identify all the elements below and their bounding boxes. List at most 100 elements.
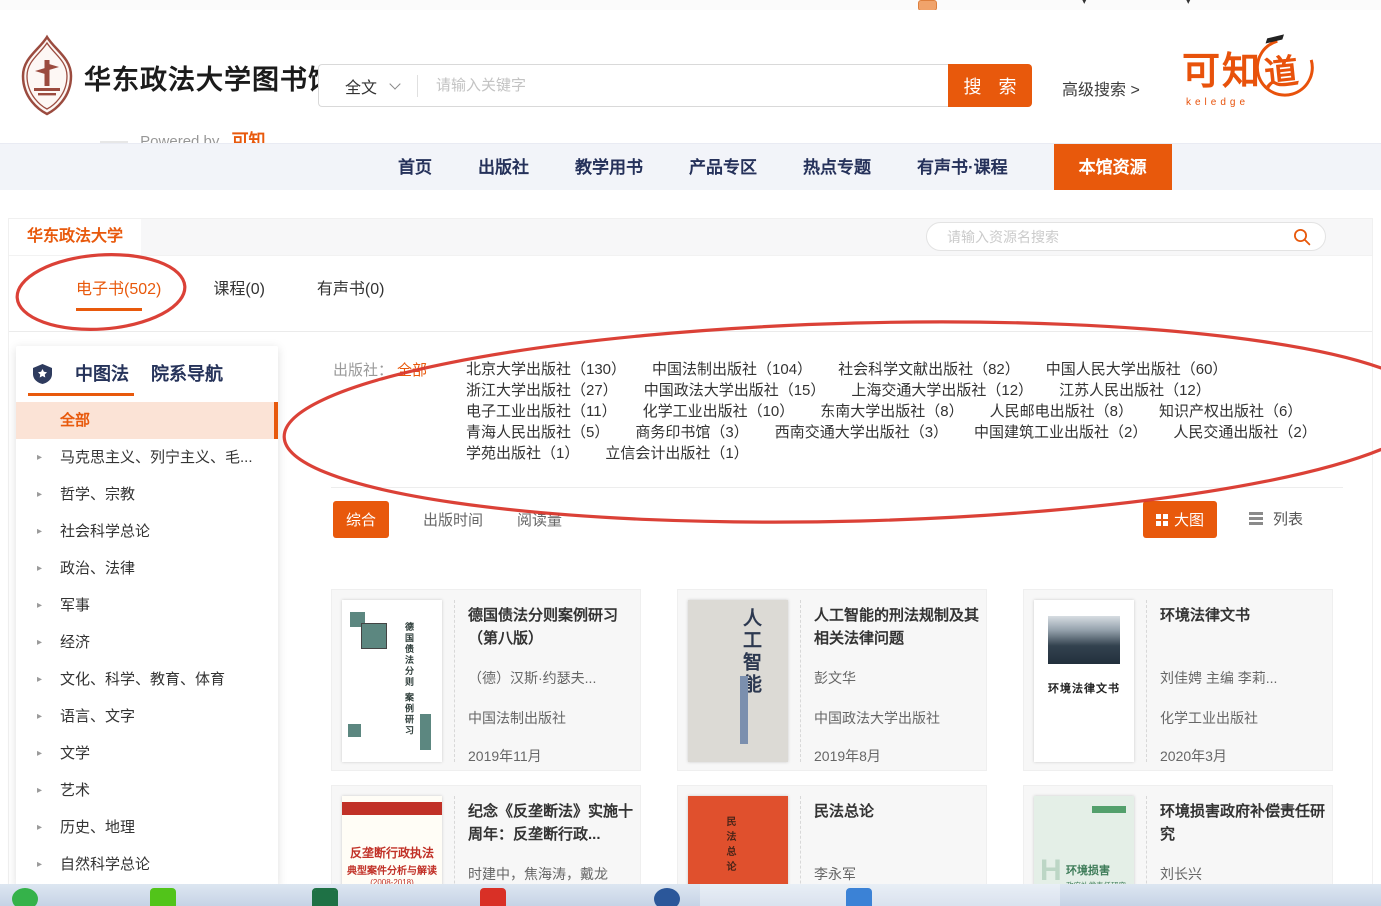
nav-item-出版社[interactable]: 出版社: [478, 144, 529, 190]
publisher-filter[interactable]: 学苑出版社（1）: [466, 443, 579, 464]
sidebar-tab[interactable]: 中图法: [75, 360, 129, 386]
publisher-filter[interactable]: 商务印书馆（3）: [635, 422, 748, 443]
taskbar-active-window-highlight: [700, 884, 1060, 906]
bookmark-folder-caret-icon: ▾: [1082, 0, 1087, 7]
nav-item-热点专题[interactable]: 热点专题: [803, 144, 871, 190]
expand-arrow-icon: ▸: [37, 550, 42, 587]
sidebar-item[interactable]: ▸哲学、宗教: [16, 476, 278, 513]
cover-decor: [342, 802, 442, 815]
sort-option[interactable]: 综合: [333, 501, 389, 538]
sort-bar: 综合 出版时间 阅读量: [333, 501, 562, 538]
book-title[interactable]: 纪念《反垄断法》实施十周年：反垄断行政...: [468, 800, 636, 846]
book-title[interactable]: 环境损害政府补偿责任研究: [1160, 800, 1328, 846]
publisher-filter[interactable]: 上海交通大学出版社（12）: [851, 380, 1033, 401]
book-title[interactable]: 人工智能的刑法规制及其相关法律问题: [814, 604, 982, 650]
expand-arrow-icon: ▸: [37, 587, 42, 624]
book-title[interactable]: 民法总论: [814, 800, 982, 823]
resource-search-input[interactable]: [945, 228, 1293, 246]
sidebar-item-label: 文化、科学、教育、体育: [60, 671, 225, 688]
publisher-filter[interactable]: 人民交通出版社（2）: [1173, 422, 1316, 443]
divider: [1146, 600, 1147, 762]
cover-text: 反垄断行政执法: [342, 844, 442, 861]
sidebar-item-label: 全部: [60, 412, 90, 429]
nav-item-产品专区[interactable]: 产品专区: [689, 144, 757, 190]
sort-option[interactable]: 出版时间: [423, 509, 483, 530]
sidebar-item[interactable]: ▸文学: [16, 735, 278, 772]
view-list-button[interactable]: 列表: [1249, 508, 1303, 529]
nav-item-本馆资源[interactable]: 本馆资源: [1054, 144, 1172, 190]
taskbar: [0, 884, 1381, 906]
book-cover[interactable]: 环境法律文书: [1034, 600, 1134, 762]
publisher-filter[interactable]: 东南大学出版社（8）: [820, 401, 963, 422]
publisher-filter[interactable]: 浙江大学出版社（27）: [466, 380, 618, 401]
nav-item-有声书·课程[interactable]: 有声书·课程: [917, 144, 1008, 190]
search-button[interactable]: 搜 索: [948, 64, 1032, 107]
search-input[interactable]: [434, 76, 948, 95]
cover-text: 典型案件分析与解读: [342, 862, 442, 877]
search-divider: [417, 75, 418, 97]
book-author: 刘佳娉 主编 李莉...: [1160, 668, 1277, 688]
search-icon[interactable]: [1293, 228, 1311, 246]
org-tab[interactable]: 华东政法大学: [9, 219, 141, 255]
publisher-filter[interactable]: 人民邮电出版社（8）: [990, 401, 1133, 422]
publisher-filter[interactable]: 青海人民出版社（5）: [466, 422, 609, 443]
nav-item-首页[interactable]: 首页: [398, 144, 432, 190]
publisher-filter[interactable]: 中国法制出版社（104）: [652, 359, 812, 380]
view-large-button[interactable]: 大图: [1143, 501, 1217, 538]
sidebar-item[interactable]: 全部: [16, 402, 278, 439]
publisher-filter[interactable]: 社会科学文献出版社（82）: [838, 359, 1020, 380]
publisher-filter-all[interactable]: 全部: [397, 359, 427, 380]
publisher-filter[interactable]: 西南交通大学出版社（3）: [775, 422, 948, 443]
taskbar-icon-blue-folder[interactable]: [846, 888, 872, 906]
university-logo: [16, 34, 78, 118]
resource-type-tab[interactable]: 课程(0): [213, 275, 265, 311]
chevron-down-icon[interactable]: [389, 78, 400, 89]
book-cover[interactable]: 人工智能: [688, 600, 788, 762]
sidebar-item[interactable]: ▸自然科学总论: [16, 846, 278, 883]
book-card[interactable]: 环境法律文书环境法律文书刘佳娉 主编 李莉...化学工业出版社2020年3月: [1023, 589, 1333, 771]
book-author: 彭文华: [814, 668, 856, 688]
publisher-list: 北京大学出版社（130） 中国法制出版社（104） 社会科学文献出版社（82） 中国人…: [466, 359, 1356, 464]
sidebar-item[interactable]: ▸艺术: [16, 772, 278, 809]
sidebar-item[interactable]: ▸语言、文字: [16, 698, 278, 735]
publisher-filter[interactable]: 立信会计出版社（1）: [605, 443, 748, 464]
publisher-filter[interactable]: 中国人民大学出版社（60）: [1046, 359, 1228, 380]
publisher-filter[interactable]: 知识产权出版社（6）: [1159, 401, 1302, 422]
sidebar-item-label: 哲学、宗教: [60, 486, 135, 503]
publisher-filter[interactable]: 北京大学出版社（130）: [466, 359, 626, 380]
taskbar-icon-spreadsheet[interactable]: [312, 888, 338, 906]
sidebar-item[interactable]: ▸文化、科学、教育、体育: [16, 661, 278, 698]
book-grid: 德国债法分则 案例研习德国债法分则案例研习（第八版）（德）汉斯·约瑟夫...中国…: [331, 589, 1341, 906]
sidebar-item[interactable]: ▸马克思主义、列宁主义、毛...: [16, 439, 278, 476]
book-title[interactable]: 环境法律文书: [1160, 604, 1328, 627]
taskbar-icon-red-app[interactable]: [480, 888, 506, 906]
taskbar-icon-green-app[interactable]: [150, 888, 176, 906]
publisher-filter[interactable]: 中国政法大学出版社（15）: [644, 380, 826, 401]
taskbar-icon-blue-circle[interactable]: [654, 888, 680, 906]
advanced-search-link[interactable]: 高级搜索 >: [1062, 76, 1140, 100]
publisher-filter[interactable]: 化学工业出版社（10）: [643, 401, 795, 422]
cover-decor: [361, 623, 387, 649]
sort-option[interactable]: 阅读量: [517, 509, 562, 530]
keledge-logo-subtext: keledge: [1186, 97, 1352, 108]
sidebar-item[interactable]: ▸军事: [16, 587, 278, 624]
book-card[interactable]: 德国债法分则 案例研习德国债法分则案例研习（第八版）（德）汉斯·约瑟夫...中国…: [331, 589, 641, 771]
nav-item-教学用书[interactable]: 教学用书: [575, 144, 643, 190]
resource-type-tab[interactable]: 有声书(0): [317, 275, 385, 311]
publisher-filter[interactable]: 电子工业出版社（11）: [466, 401, 617, 422]
publisher-filter[interactable]: 江苏人民出版社（12）: [1059, 380, 1211, 401]
sidebar-item[interactable]: ▸历史、地理: [16, 809, 278, 846]
sidebar-item[interactable]: ▸政治、法律: [16, 550, 278, 587]
search-scope-select[interactable]: 全文: [345, 74, 377, 98]
taskbar-icon-green-circle[interactable]: [12, 888, 38, 906]
book-card[interactable]: 人工智能人工智能的刑法规制及其相关法律问题彭文华中国政法大学出版社2019年8月: [677, 589, 987, 771]
resource-type-tab[interactable]: 电子书(502): [76, 275, 161, 311]
book-cover[interactable]: 德国债法分则 案例研习: [342, 600, 442, 762]
category-sidebar: 中图法院系导航 全部▸马克思主义、列宁主义、毛...▸哲学、宗教▸社会科学总论▸…: [16, 346, 278, 886]
publisher-filter[interactable]: 中国建筑工业出版社（2）: [974, 422, 1147, 443]
sidebar-item[interactable]: ▸社会科学总论: [16, 513, 278, 550]
sidebar-item[interactable]: ▸经济: [16, 624, 278, 661]
book-publisher: 中国政法大学出版社: [814, 708, 940, 728]
sidebar-tab[interactable]: 院系导航: [151, 360, 223, 386]
book-title[interactable]: 德国债法分则案例研习（第八版）: [468, 604, 636, 650]
